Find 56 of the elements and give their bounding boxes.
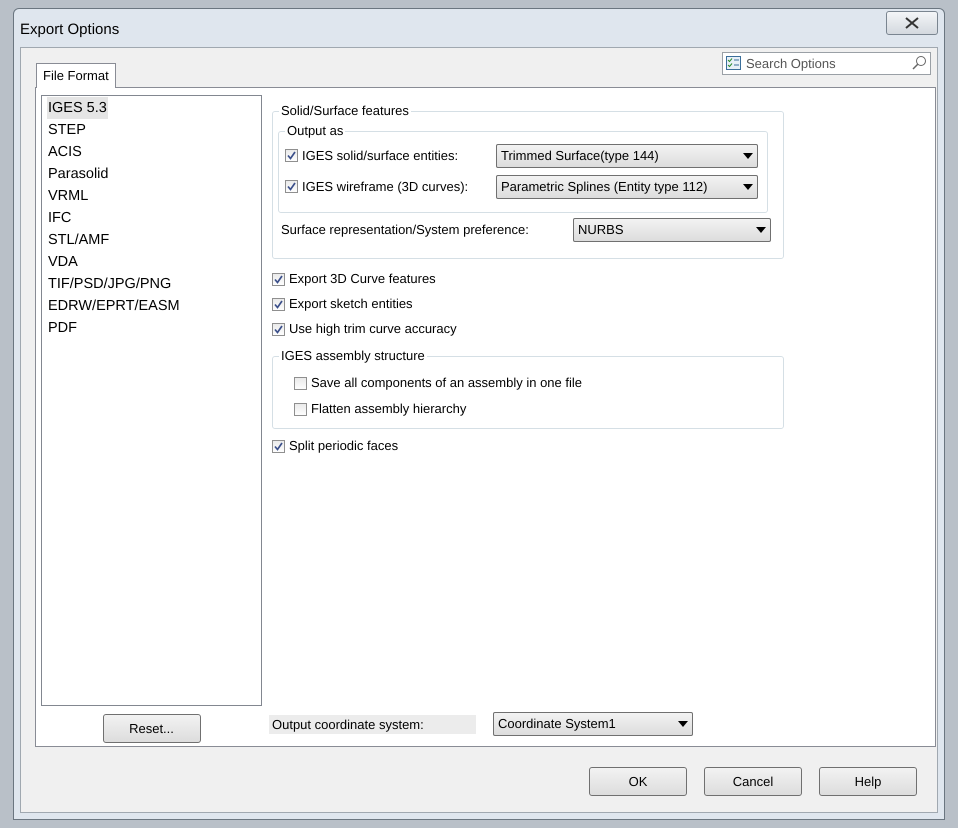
option-label: Split periodic faces — [289, 437, 398, 456]
list-item[interactable]: Parasolid — [47, 163, 110, 185]
checkmark-icon — [274, 442, 283, 450]
close-button[interactable] — [886, 11, 938, 35]
checkbox[interactable] — [272, 322, 285, 336]
close-icon — [905, 17, 919, 29]
window-title: Export Options — [20, 20, 120, 40]
dialog-button[interactable]: OK — [589, 767, 687, 796]
list-item[interactable]: IFC — [47, 207, 72, 229]
checkmark-icon — [274, 324, 283, 334]
checkbox[interactable] — [285, 149, 298, 162]
caret-icon — [743, 184, 753, 190]
list-item[interactable]: VDA — [47, 251, 79, 273]
caret-icon — [743, 152, 753, 158]
checkmark-icon — [287, 151, 296, 160]
checkbox[interactable] — [294, 376, 307, 390]
dropdown[interactable]: NURBS — [573, 218, 771, 242]
caret-icon — [756, 227, 766, 233]
option-label: Export sketch entities — [289, 295, 413, 314]
dialog-button[interactable]: Cancel — [704, 767, 802, 796]
dialog-button[interactable]: Help — [819, 767, 917, 796]
tab[interactable]: File Format — [36, 63, 116, 88]
coordinate-label: Output coordinate system: — [269, 714, 476, 734]
list-item[interactable]: EDRW/EPRT/EASM — [47, 295, 181, 317]
checkbox[interactable] — [272, 298, 285, 310]
group-title: IGES assembly structure — [279, 348, 427, 364]
checkbox[interactable] — [285, 180, 298, 193]
option-label: IGES solid/surface entities: — [302, 146, 458, 165]
search-icon — [911, 55, 927, 71]
list-item[interactable]: IGES 5.3 — [47, 97, 108, 119]
checkmark-icon — [287, 182, 296, 191]
checkbox[interactable] — [272, 272, 285, 286]
option-label: Export 3D Curve features — [289, 270, 436, 288]
dropdown[interactable]: Coordinate System1 — [493, 712, 693, 736]
option-label: Use high trim curve accuracy — [289, 320, 457, 338]
caret-icon — [678, 721, 688, 727]
group-title: Output as — [285, 123, 346, 139]
list-item[interactable]: PDF — [47, 317, 78, 339]
list-item[interactable]: STEP — [47, 119, 87, 141]
list-item[interactable]: ACIS — [47, 141, 83, 163]
preference-label: Surface representation/System preference: — [281, 221, 530, 240]
checklist-icon — [726, 56, 741, 70]
checkbox[interactable] — [294, 402, 307, 416]
option-label: Save all components of an assembly in one file — [311, 374, 582, 392]
search-field[interactable]: Search Options — [722, 52, 931, 75]
list-item[interactable]: TIF/PSD/JPG/PNG — [47, 273, 172, 295]
checkbox[interactable] — [272, 440, 285, 452]
checkmark-icon — [274, 274, 283, 284]
checkmark-icon — [274, 300, 283, 308]
list-item[interactable]: VRML — [47, 185, 90, 207]
list-item[interactable]: STL/AMF — [47, 229, 110, 251]
reset-button[interactable]: Reset... — [102, 714, 200, 743]
option-label: Flatten assembly hierarchy — [311, 400, 466, 418]
option-label: IGES wireframe (3D curves): — [302, 178, 468, 196]
dropdown[interactable]: Trimmed Surface(type 144) — [496, 144, 758, 168]
dropdown[interactable]: Parametric Splines (Entity type 112) — [496, 174, 758, 198]
